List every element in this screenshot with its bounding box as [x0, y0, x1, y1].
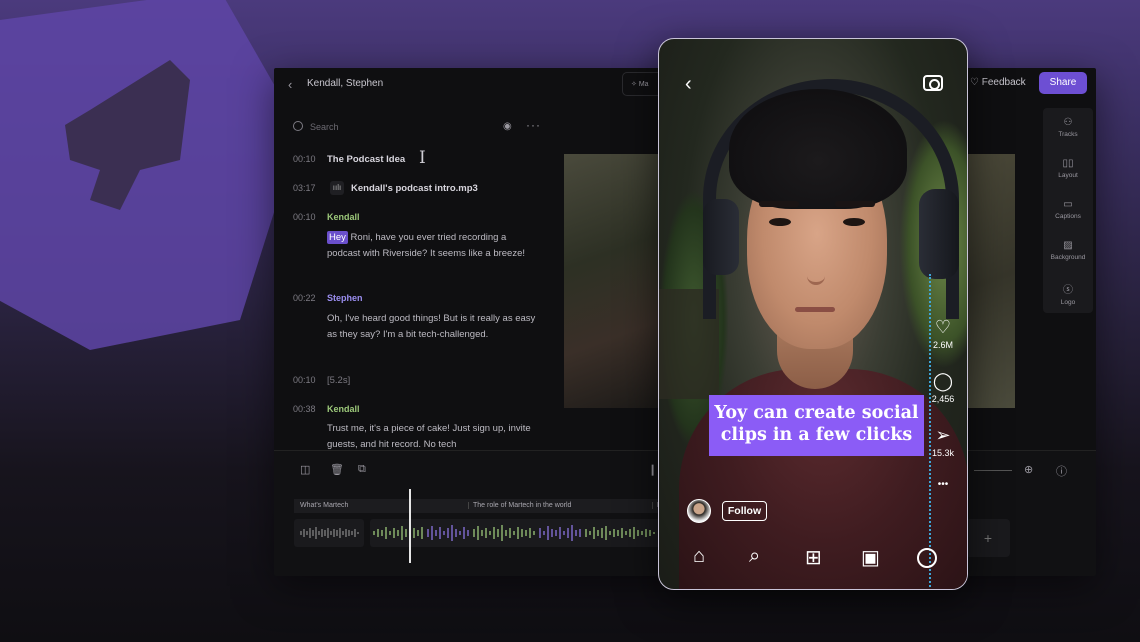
timestamp: 00:10: [293, 375, 316, 385]
audio-clip-name[interactable]: Kendall's podcast intro.mp3: [351, 181, 561, 197]
video-preview: [564, 154, 658, 408]
headphone-cup: [919, 189, 959, 279]
share-button[interactable]: Share: [1039, 72, 1087, 94]
background-icon: ▨: [1063, 240, 1073, 251]
chapter-label[interactable]: What's Martech: [300, 502, 348, 509]
comment-count: 2,456: [931, 394, 955, 404]
waveform-graphic: [373, 525, 655, 541]
profile-icon[interactable]: [917, 548, 937, 568]
send-icon: ➢: [935, 425, 951, 445]
share-button[interactable]: ➢ 15.3k: [921, 425, 965, 458]
magic-label: Ma: [638, 81, 649, 88]
pause-icon[interactable]: ❙: [648, 463, 657, 476]
timestamp: 03:17: [293, 183, 316, 193]
eyebrow: [835, 201, 875, 207]
back-icon[interactable]: ‹: [288, 77, 292, 92]
waveform-graphic: [300, 527, 359, 539]
captions-icon: ▭: [1063, 199, 1073, 210]
logo-icon: ⓢ: [1063, 285, 1073, 296]
tool-label: Logo: [1060, 299, 1076, 306]
feedback-label: Feedback: [981, 77, 1026, 88]
section-title[interactable]: The Podcast Idea: [327, 152, 537, 168]
tool-label: Captions: [1055, 213, 1081, 220]
tool-label: Background: [1050, 254, 1086, 261]
heart-icon: ♡: [934, 317, 952, 337]
chapter-label[interactable]: The role of Martech in the world: [468, 502, 571, 509]
tools-panel: ⚇ Tracks ▯▯ Layout ▭ Captions ▨ Background ⓢ…: [1043, 108, 1093, 313]
mouth: [795, 307, 835, 312]
tool-captions[interactable]: ▭ Captions: [1043, 199, 1093, 220]
back-icon[interactable]: ‹: [685, 73, 692, 96]
search-input[interactable]: Search: [310, 122, 339, 132]
eye-icon[interactable]: ◉: [503, 121, 512, 132]
tool-label: Layout: [1058, 172, 1078, 179]
layout-icon: ▯▯: [1062, 158, 1074, 169]
add-track-button[interactable]: +: [966, 519, 1010, 557]
eye: [843, 218, 865, 226]
timestamp: 00:38: [293, 404, 316, 414]
timestamp: 00:10: [293, 212, 316, 222]
search-icon[interactable]: ⌕: [749, 545, 760, 568]
audio-wave-icon: ıılı: [330, 181, 344, 195]
search-icon: [293, 121, 303, 131]
highlighted-word[interactable]: Hey: [327, 231, 348, 244]
tool-logo[interactable]: ⓢ Logo: [1043, 281, 1093, 306]
person-hair: [729, 89, 907, 209]
chapter-track: What's Martech The role of Martech in th…: [294, 499, 675, 513]
speaker-name: Kendall: [327, 404, 360, 414]
audio-waveform[interactable]: [370, 519, 670, 547]
more-icon[interactable]: ···: [526, 118, 541, 132]
eyebrow: [759, 201, 799, 207]
trash-icon[interactable]: 🗑: [330, 463, 344, 476]
headphone-cup: [703, 199, 739, 275]
camera-icon[interactable]: [923, 75, 943, 91]
speaker-name: Stephen: [327, 293, 363, 303]
zoom-slider[interactable]: [974, 470, 1012, 471]
video-preview: [964, 154, 1015, 408]
share-count: 15.3k: [931, 448, 955, 458]
home-icon[interactable]: ⌂: [693, 545, 705, 568]
timestamp: 00:10: [293, 154, 316, 164]
project-title: Kendall, Stephen: [307, 78, 384, 89]
playhead[interactable]: [409, 489, 411, 563]
transcript-text[interactable]: Oh, I've heard good things! But is it re…: [327, 311, 537, 342]
tool-label: Tracks: [1058, 131, 1078, 138]
caption-overlay: Yoy can create social clips in a few cli…: [709, 395, 924, 456]
like-button[interactable]: ♡ 2.6M: [921, 317, 965, 350]
tool-layout[interactable]: ▯▯ Layout: [1043, 158, 1093, 179]
tool-background[interactable]: ▨ Background: [1043, 240, 1093, 261]
transcript-text[interactable]: Trust me, it's a piece of cake! Just sig…: [327, 421, 537, 451]
audio-waveform[interactable]: [294, 519, 364, 547]
zoom-in-icon[interactable]: ⊕: [1024, 463, 1033, 476]
comment-button[interactable]: ◯ 2,456: [921, 371, 965, 404]
reels-icon[interactable]: ▣: [861, 545, 880, 570]
nose: [807, 239, 825, 285]
duplicate-icon[interactable]: ⧉: [358, 463, 366, 476]
transcript-body: Roni, have you ever tried recording a po…: [327, 232, 526, 259]
follow-button[interactable]: Follow: [722, 501, 767, 521]
phone-preview: ‹ ♡ 2.6M ◯ 2,456 ➢ 15.3k ••• Yoy can create…: [658, 38, 968, 590]
people-icon: ⚇: [1063, 117, 1073, 128]
help-icon[interactable]: ⓘ: [1056, 463, 1067, 479]
avatar[interactable]: [687, 499, 711, 523]
more-button[interactable]: •••: [921, 479, 965, 490]
transcript-text[interactable]: Hey Roni, have you ever tried recording …: [327, 230, 537, 261]
add-icon[interactable]: ⊞: [805, 545, 822, 570]
timestamp: 00:22: [293, 293, 316, 303]
silence-marker[interactable]: [5.2s]: [327, 373, 537, 389]
split-icon[interactable]: ◫: [300, 463, 310, 476]
feedback-button[interactable]: ♡ Feedback: [970, 77, 1026, 88]
like-count: 2.6M: [932, 340, 953, 350]
heart-icon: ♡: [970, 77, 979, 88]
eye: [769, 218, 791, 226]
tool-tracks[interactable]: ⚇ Tracks: [1043, 117, 1093, 138]
comment-icon: ◯: [932, 371, 954, 391]
speaker-name: Kendall: [327, 212, 360, 222]
